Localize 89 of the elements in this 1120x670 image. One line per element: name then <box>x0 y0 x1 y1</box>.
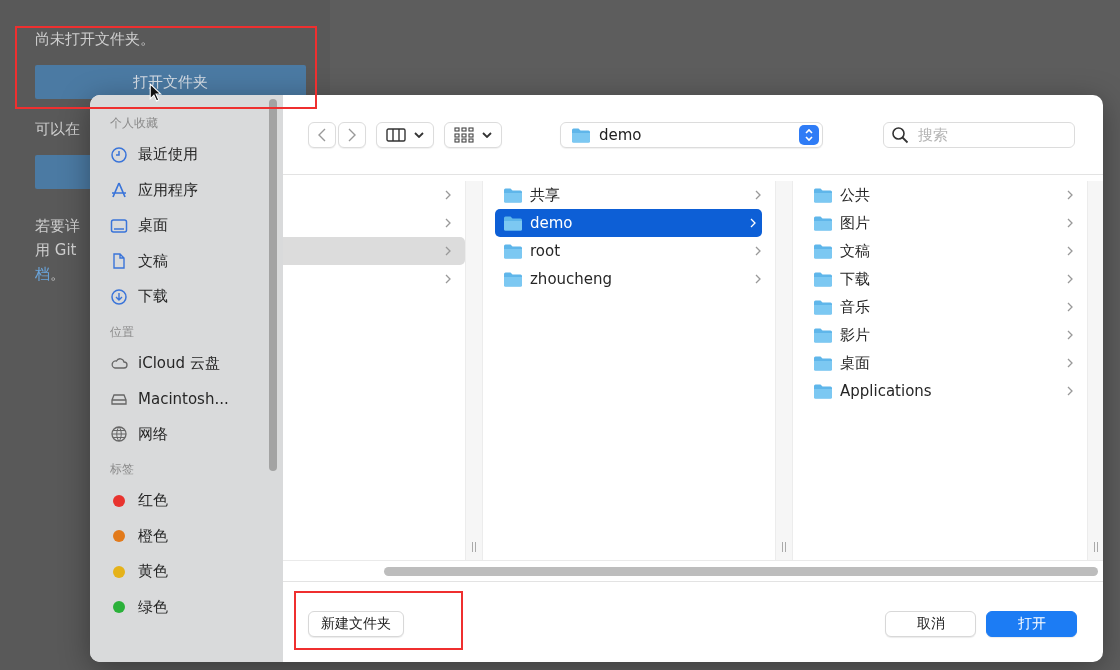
folder-icon <box>503 242 523 260</box>
chevron-right-icon <box>348 127 356 142</box>
chevron-right-icon <box>1067 218 1073 228</box>
folder-row[interactable]: zhoucheng <box>483 265 775 293</box>
folder-icon <box>813 270 833 288</box>
hint-text: 可以在 <box>35 120 80 140</box>
folder-row[interactable]: 共享 <box>483 181 775 209</box>
folder-icon <box>813 354 833 372</box>
folder-row[interactable]: 文稿 <box>793 237 1087 265</box>
section-header: 个人收藏 <box>110 115 159 132</box>
sidebar-item[interactable]: Macintosh... <box>110 381 283 417</box>
download-icon <box>110 287 128 306</box>
folder-row[interactable]: 下载 <box>793 265 1087 293</box>
section-header: 标签 <box>110 461 135 478</box>
sidebar-item[interactable]: 绿色 <box>110 589 283 625</box>
chevron-right-icon <box>1067 302 1073 312</box>
folder-row[interactable]: 图片 <box>793 209 1087 237</box>
folder-row[interactable]: Applications <box>793 377 1087 405</box>
chevron-right-icon <box>445 274 451 284</box>
sidebar-item[interactable]: 应用程序 <box>110 172 283 208</box>
help-text: 若要详 <box>35 216 80 237</box>
sidebar-item[interactable]: 网络 <box>110 416 283 452</box>
cancel-button[interactable]: 取消 <box>885 611 976 637</box>
document-icon <box>110 252 128 271</box>
chevron-right-icon <box>750 218 756 228</box>
sidebar-item[interactable]: 桌面 <box>110 208 283 244</box>
chevron-right-icon <box>445 218 451 228</box>
sidebar-item[interactable]: iCloud 云盘 <box>110 345 283 381</box>
chevron-right-icon <box>1067 274 1073 284</box>
chevron-right-icon <box>1067 386 1073 396</box>
desktop-icon <box>110 216 128 235</box>
search-field[interactable]: 搜索 <box>883 121 1075 148</box>
folder-row[interactable]: demo <box>495 209 762 237</box>
folder-row[interactable] <box>283 237 465 265</box>
chevron-right-icon <box>755 190 761 200</box>
new-folder-button[interactable]: 新建文件夹 <box>308 611 404 637</box>
sidebar-item[interactable]: 红色 <box>110 483 283 519</box>
folder-icon <box>503 270 523 288</box>
resize-handle-icon <box>781 542 787 552</box>
view-mode-button[interactable] <box>376 121 434 148</box>
chevron-left-icon <box>318 127 326 142</box>
clock-icon <box>110 145 128 164</box>
folder-row[interactable]: root <box>483 237 775 265</box>
search-icon <box>891 125 909 144</box>
chevron-right-icon <box>1067 358 1073 368</box>
section-header: 位置 <box>110 323 135 341</box>
help-text: 用 Git <box>35 240 77 261</box>
sidebar-item[interactable]: 黄色 <box>110 554 283 590</box>
group-button[interactable] <box>444 121 502 148</box>
chevron-right-icon <box>1067 246 1073 256</box>
columns-icon <box>386 127 406 142</box>
resize-handle-icon <box>1093 542 1099 552</box>
chevron-right-icon <box>1067 330 1073 340</box>
folder-icon <box>813 214 833 232</box>
scrollbar-thumb[interactable] <box>269 99 277 471</box>
grid-icon <box>454 126 474 143</box>
status-text: 尚未打开文件夹。 <box>35 30 155 50</box>
stepper-icon <box>799 124 819 145</box>
open-button[interactable]: 打开 <box>986 611 1077 637</box>
sidebar-item[interactable]: 橙色 <box>110 518 283 554</box>
folder-icon <box>813 298 833 316</box>
globe-icon <box>110 425 128 444</box>
sidebar-item[interactable]: 最近使用 <box>110 137 283 173</box>
chevron-right-icon <box>1067 190 1073 200</box>
chevron-right-icon <box>445 246 451 256</box>
location-popup[interactable]: demo <box>560 121 823 148</box>
folder-icon <box>813 382 833 400</box>
forward-button[interactable] <box>338 121 366 148</box>
folder-row[interactable]: 公共 <box>793 181 1087 209</box>
scrollbar-thumb[interactable] <box>384 566 1098 576</box>
folder-row[interactable]: 影片 <box>793 321 1087 349</box>
back-button[interactable] <box>308 121 336 148</box>
chevron-right-icon <box>445 190 451 200</box>
folder-icon <box>813 186 833 204</box>
chevron-right-icon <box>755 274 761 284</box>
sidebar-item[interactable]: 下载 <box>110 279 283 315</box>
chevron-right-icon <box>755 246 761 256</box>
caret-icon <box>482 131 492 138</box>
sidebar-item[interactable]: 文稿 <box>110 243 283 279</box>
folder-icon <box>503 186 523 204</box>
caret-icon <box>414 131 424 138</box>
apps-icon <box>110 181 128 200</box>
folder-row[interactable]: 音乐 <box>793 293 1087 321</box>
resize-handle-icon <box>471 542 477 552</box>
folder-icon <box>503 214 523 232</box>
folder-icon <box>813 242 833 260</box>
folder-icon <box>813 326 833 344</box>
help-text: 。 <box>50 265 65 283</box>
folder-row[interactable]: 桌面 <box>793 349 1087 377</box>
